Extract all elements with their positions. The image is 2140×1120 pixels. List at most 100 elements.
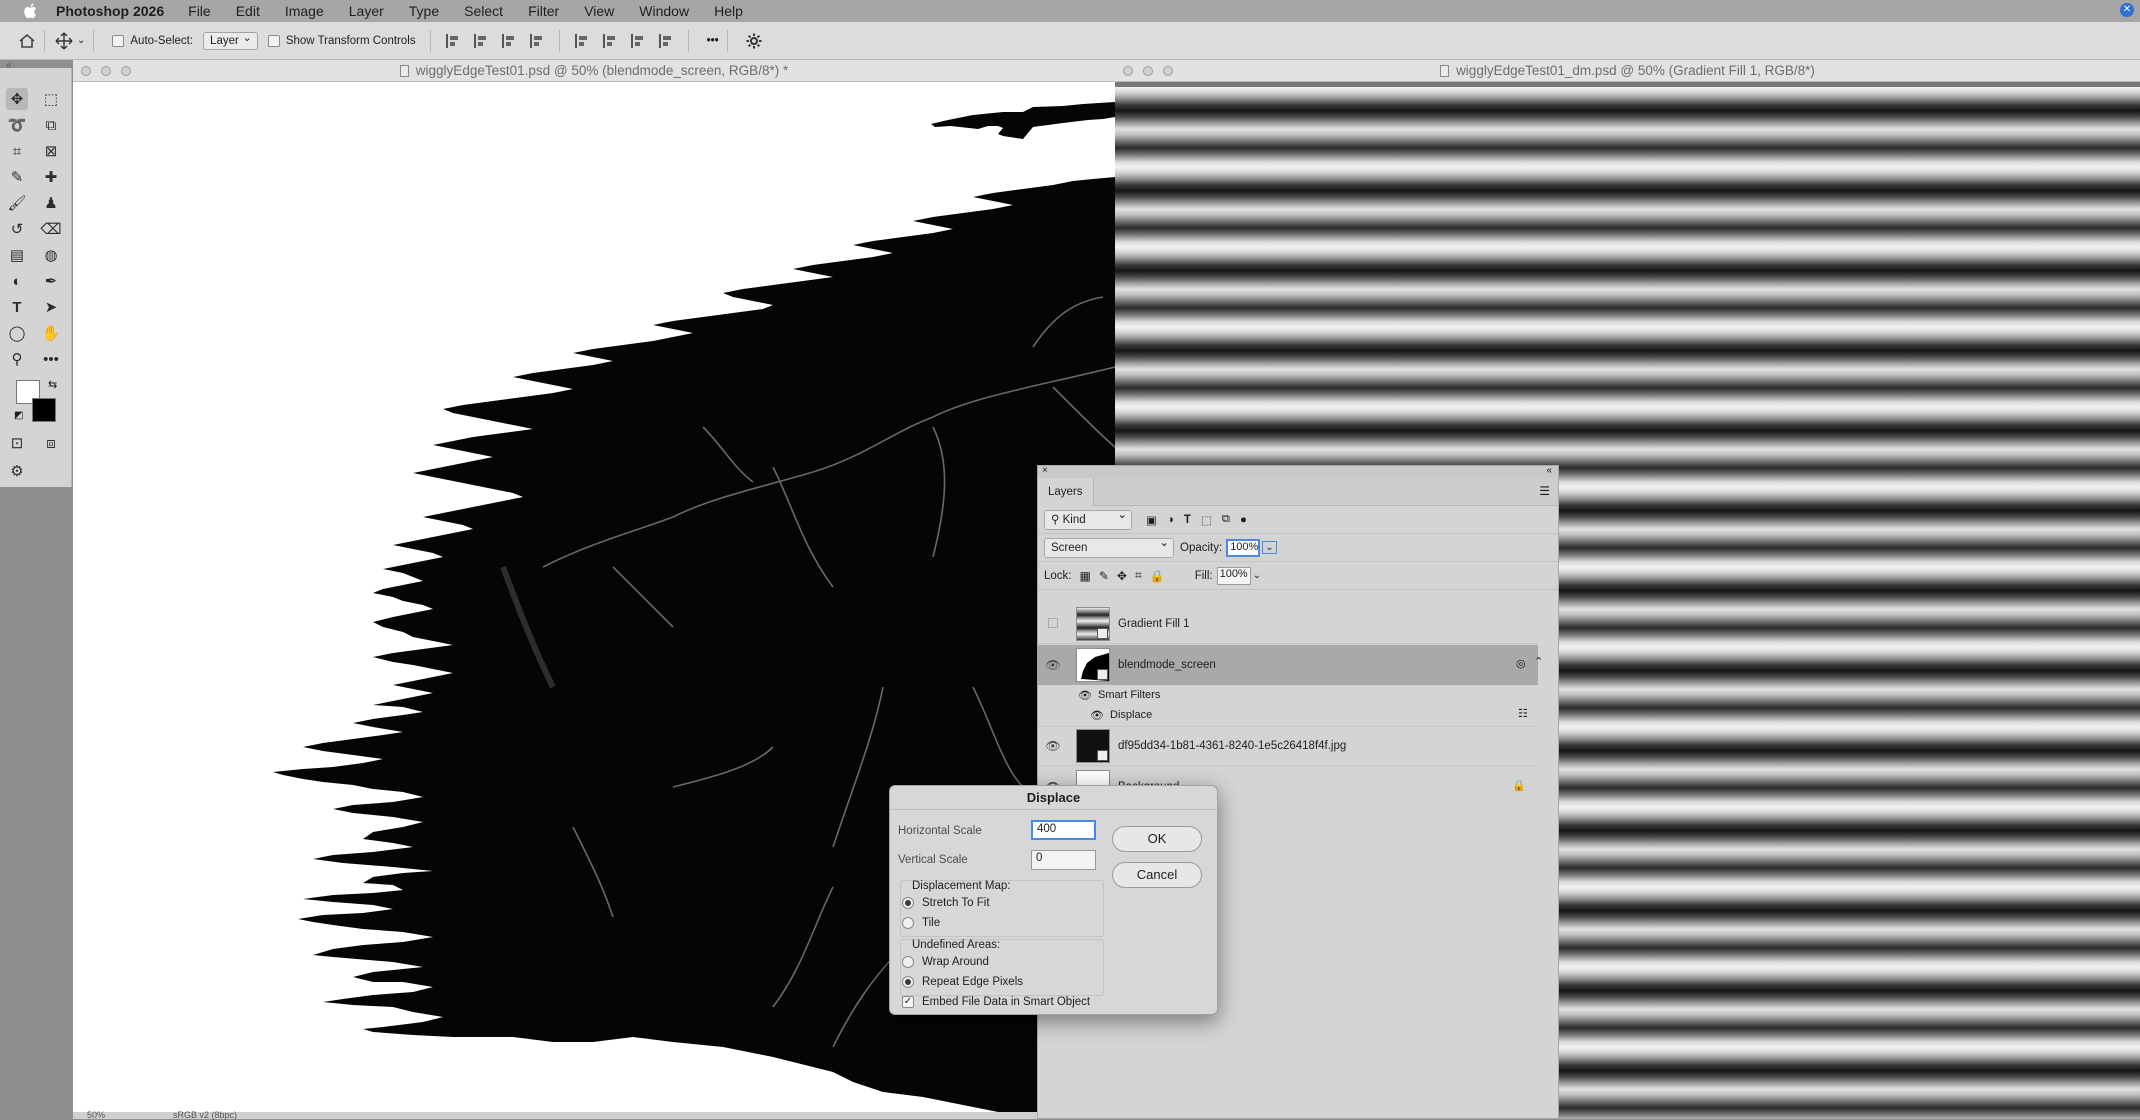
cancel-button[interactable]: Cancel	[1112, 862, 1202, 888]
filter-kind-dropdown[interactable]: ⚲ Kind	[1044, 508, 1132, 530]
checkbox-checked[interactable]: ✓	[902, 996, 914, 1008]
auto-select-checkbox[interactable]: Auto-Select:	[112, 34, 193, 47]
auto-select-dropdown[interactable]: Layer	[203, 31, 258, 50]
opacity-slider-toggle[interactable]: ⌄	[1262, 541, 1277, 554]
more-options-button[interactable]: •••	[707, 35, 719, 47]
path-select-tool-icon[interactable]: ➤	[40, 296, 62, 318]
align-top-icon[interactable]	[574, 33, 589, 48]
horizontal-scale-input[interactable]: 400	[1031, 820, 1096, 840]
quick-mask-icon[interactable]: ⊡	[6, 432, 28, 454]
layer-thumbnail[interactable]	[1076, 648, 1110, 682]
blur-tool-icon[interactable]: ◍	[40, 244, 62, 266]
zoom-icon[interactable]	[121, 66, 131, 76]
layer-thumbnail[interactable]	[1076, 606, 1110, 641]
fill-input[interactable]: 100%	[1216, 566, 1251, 585]
layer-row[interactable]: Gradient Fill 1	[1038, 604, 1538, 644]
filter-options-icon[interactable]: ☷	[1518, 707, 1528, 720]
ellipse-tool-icon[interactable]: ◯	[6, 322, 28, 344]
home-icon[interactable]	[18, 33, 36, 49]
chevron-up-icon[interactable]: ⌃	[1534, 655, 1543, 668]
app-name[interactable]: Photoshop 2026	[56, 3, 164, 19]
collapse-icon[interactable]: «	[1546, 465, 1552, 476]
marquee-tool-icon[interactable]: ⬚	[40, 88, 62, 110]
filter-shape-icon[interactable]: ⬚	[1201, 513, 1212, 527]
tab-layers[interactable]: Layers	[1038, 477, 1094, 506]
dodge-tool-icon[interactable]: ◐	[6, 270, 28, 292]
background-color-swatch[interactable]	[32, 398, 56, 422]
smart-filter-icon[interactable]: ◎	[1516, 657, 1526, 670]
distribute-vertical-icon[interactable]	[658, 33, 673, 48]
gradient-tool-icon[interactable]: ▤	[6, 244, 28, 266]
layer-name[interactable]: df95dd34-1b81-4361-8240-1e5c26418f4f.jpg	[1118, 740, 1346, 752]
layer-name[interactable]: Gradient Fill 1	[1118, 618, 1190, 630]
history-brush-tool-icon[interactable]: ↺	[6, 218, 28, 240]
embed-file-data-checkbox[interactable]: ✓ Embed File Data in Smart Object	[902, 996, 1090, 1008]
gear-icon[interactable]	[746, 33, 762, 49]
stretch-to-fit-radio[interactable]: Stretch To Fit	[902, 897, 990, 909]
crop-tool-icon[interactable]: ⌗	[6, 140, 28, 162]
checkbox-box[interactable]	[267, 34, 280, 47]
lasso-tool-icon[interactable]: ➰	[6, 114, 28, 136]
type-tool-icon[interactable]: T	[6, 296, 28, 318]
checkbox-box[interactable]	[112, 34, 125, 47]
minimize-icon[interactable]	[1143, 66, 1153, 76]
radio-selected[interactable]	[902, 976, 914, 988]
edit-toolbar-icon[interactable]: ⚙	[6, 460, 28, 482]
zoom-icon[interactable]	[1163, 66, 1173, 76]
align-bottom-icon[interactable]	[630, 33, 645, 48]
visibility-toggle-off[interactable]	[1038, 617, 1068, 631]
smart-filters-label[interactable]: Smart Filters	[1098, 689, 1160, 701]
frame-tool-icon[interactable]: ⊠	[40, 140, 62, 162]
lock-image-icon[interactable]: ✎	[1099, 569, 1109, 583]
menu-file[interactable]: File	[188, 3, 211, 19]
minimize-icon[interactable]	[101, 66, 111, 76]
filter-row-displace[interactable]: 👁 Displace ☷	[1038, 706, 1538, 724]
filter-pixel-icon[interactable]: ▣	[1146, 513, 1157, 527]
radio-selected[interactable]	[902, 897, 914, 909]
fill-slider-toggle[interactable]: ⌄	[1253, 570, 1261, 581]
menu-type[interactable]: Type	[409, 3, 439, 19]
zoom-tool-icon[interactable]: ⚲	[6, 348, 28, 370]
eye-icon[interactable]: 👁	[1038, 689, 1098, 702]
smart-filters-row[interactable]: 👁 Smart Filters	[1038, 686, 1538, 704]
layer-row-selected[interactable]: 👁 blendmode_screen ◎ ⌃	[1038, 645, 1543, 685]
align-center-icon[interactable]	[473, 33, 488, 48]
lock-position-icon[interactable]: ✥	[1117, 569, 1127, 583]
align-left-icon[interactable]	[445, 33, 460, 48]
menu-help[interactable]: Help	[714, 3, 743, 19]
filter-toggle-icon[interactable]: ●	[1240, 514, 1247, 526]
radio-unselected[interactable]	[902, 917, 914, 929]
close-icon[interactable]: ✕	[2120, 3, 2134, 17]
close-icon[interactable]: ×	[1042, 465, 1048, 476]
eye-icon[interactable]: 👁	[1038, 658, 1068, 672]
radio-unselected[interactable]	[902, 956, 914, 968]
repeat-edge-pixels-radio[interactable]: Repeat Edge Pixels	[902, 976, 1023, 988]
blend-mode-dropdown[interactable]: Screen	[1044, 536, 1174, 558]
menu-filter[interactable]: Filter	[528, 3, 559, 19]
move-icon[interactable]	[55, 32, 73, 50]
lock-artboard-icon[interactable]: ⌗	[1135, 568, 1142, 583]
align-right-icon[interactable]	[501, 33, 516, 48]
menu-window[interactable]: Window	[639, 3, 689, 19]
eyedropper-tool-icon[interactable]: ✎	[6, 166, 28, 188]
pen-tool-icon[interactable]: ✒	[40, 270, 62, 292]
stamp-tool-icon[interactable]: ♟	[40, 192, 62, 214]
menu-layer[interactable]: Layer	[349, 3, 384, 19]
filter-name[interactable]: Displace	[1110, 709, 1152, 721]
move-tool-icon[interactable]: ✥	[6, 88, 28, 110]
panel-menu-icon[interactable]: ☰	[1539, 484, 1550, 498]
eye-icon[interactable]: 👁	[1038, 739, 1068, 753]
filter-type-icon[interactable]: T	[1184, 514, 1191, 526]
layer-name[interactable]: blendmode_screen	[1118, 659, 1216, 671]
hand-tool-icon[interactable]: ✋	[40, 322, 62, 344]
menu-select[interactable]: Select	[464, 3, 503, 19]
menu-edit[interactable]: Edit	[236, 3, 260, 19]
distribute-icon[interactable]	[529, 33, 544, 48]
chevron-down-icon[interactable]: ⌄	[77, 35, 85, 46]
close-icon[interactable]	[1123, 66, 1133, 76]
swap-colors-icon[interactable]: ⇆	[48, 378, 57, 391]
vertical-scale-input[interactable]: 0	[1031, 850, 1096, 870]
filter-smart-object-icon[interactable]: ⧉	[1222, 513, 1230, 526]
object-select-tool-icon[interactable]: ⧉	[40, 114, 62, 136]
eye-icon[interactable]: 👁	[1038, 709, 1110, 722]
